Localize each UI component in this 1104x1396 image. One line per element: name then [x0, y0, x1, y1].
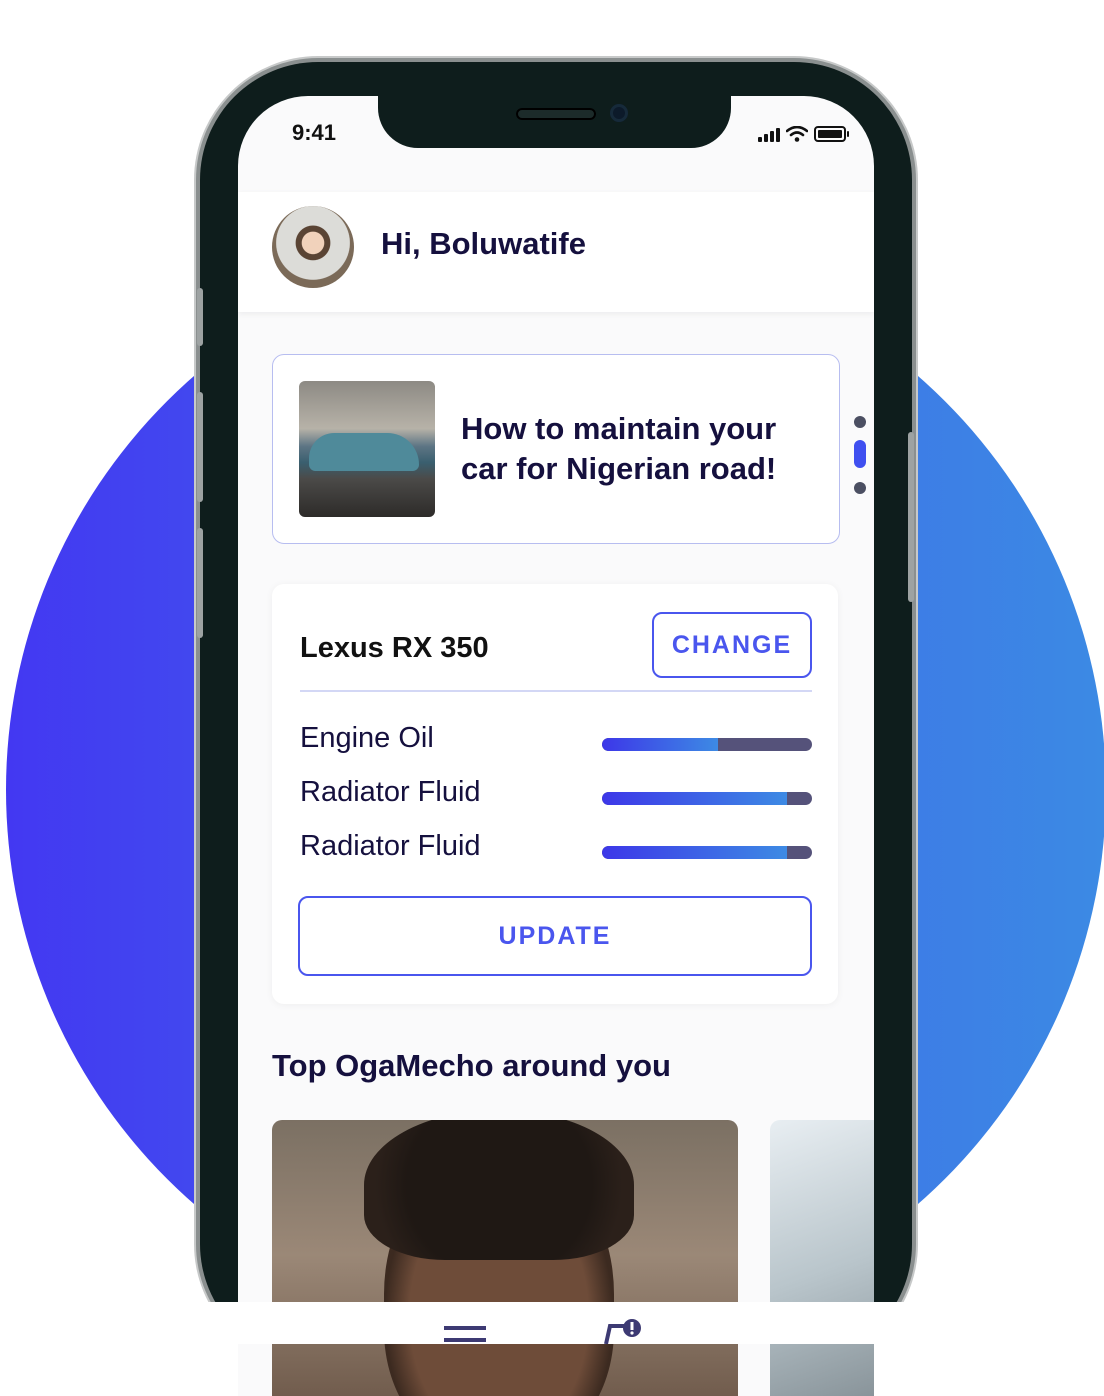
side-button-mute [197, 288, 203, 346]
section-title: Top OgaMecho around you [272, 1048, 671, 1083]
car-card: Lexus RX 350 CHANGE Engine Oil Radiator … [272, 584, 838, 1004]
bottom-fade [0, 1302, 1104, 1344]
signal-icon [758, 128, 780, 142]
menu-icon[interactable] [444, 1326, 486, 1342]
article-thumbnail [299, 381, 435, 517]
side-button-power [908, 432, 914, 602]
camera-icon [610, 104, 628, 122]
pager-dot-active[interactable] [854, 440, 866, 468]
battery-icon [814, 126, 849, 142]
fluid-row: Engine Oil [300, 722, 820, 762]
avatar[interactable] [272, 206, 354, 288]
divider [300, 690, 812, 692]
status-time: 9:41 [292, 120, 337, 145]
fluid-row: Radiator Fluid [300, 776, 820, 816]
greeting: Hi, Boluwatife [381, 226, 586, 261]
pager-dot[interactable] [854, 416, 866, 428]
fluid-label: Radiator Fluid [300, 776, 481, 808]
status-icons [758, 126, 849, 142]
fluid-label: Engine Oil [300, 722, 434, 754]
app-header: Hi, Boluwatife [238, 192, 874, 312]
article-card[interactable]: How to maintain your car for Nigerian ro… [272, 354, 840, 544]
fluid-level-bar [602, 738, 812, 751]
side-button-volume-up [197, 392, 203, 502]
phone-screen: 9:41 Hi, Boluwatife How to maintain your… [238, 96, 874, 1396]
mechanic-card[interactable] [770, 1120, 874, 1396]
car-name: Lexus RX 350 [300, 632, 489, 664]
notification-icon[interactable] [602, 1318, 642, 1344]
pager-dot[interactable] [854, 482, 866, 494]
notch [378, 96, 731, 148]
fluid-label: Radiator Fluid [300, 830, 481, 862]
side-button-volume-down [197, 528, 203, 638]
speaker-grille [516, 108, 596, 120]
fluid-level-bar [602, 792, 812, 805]
fluid-row: Radiator Fluid [300, 830, 820, 870]
update-button[interactable]: UPDATE [298, 896, 812, 976]
wifi-icon [786, 126, 808, 142]
article-title: How to maintain your car for Nigerian ro… [461, 411, 777, 486]
change-button[interactable]: CHANGE [652, 612, 812, 678]
fluid-level-bar [602, 846, 812, 859]
mechanic-card[interactable] [272, 1120, 738, 1396]
